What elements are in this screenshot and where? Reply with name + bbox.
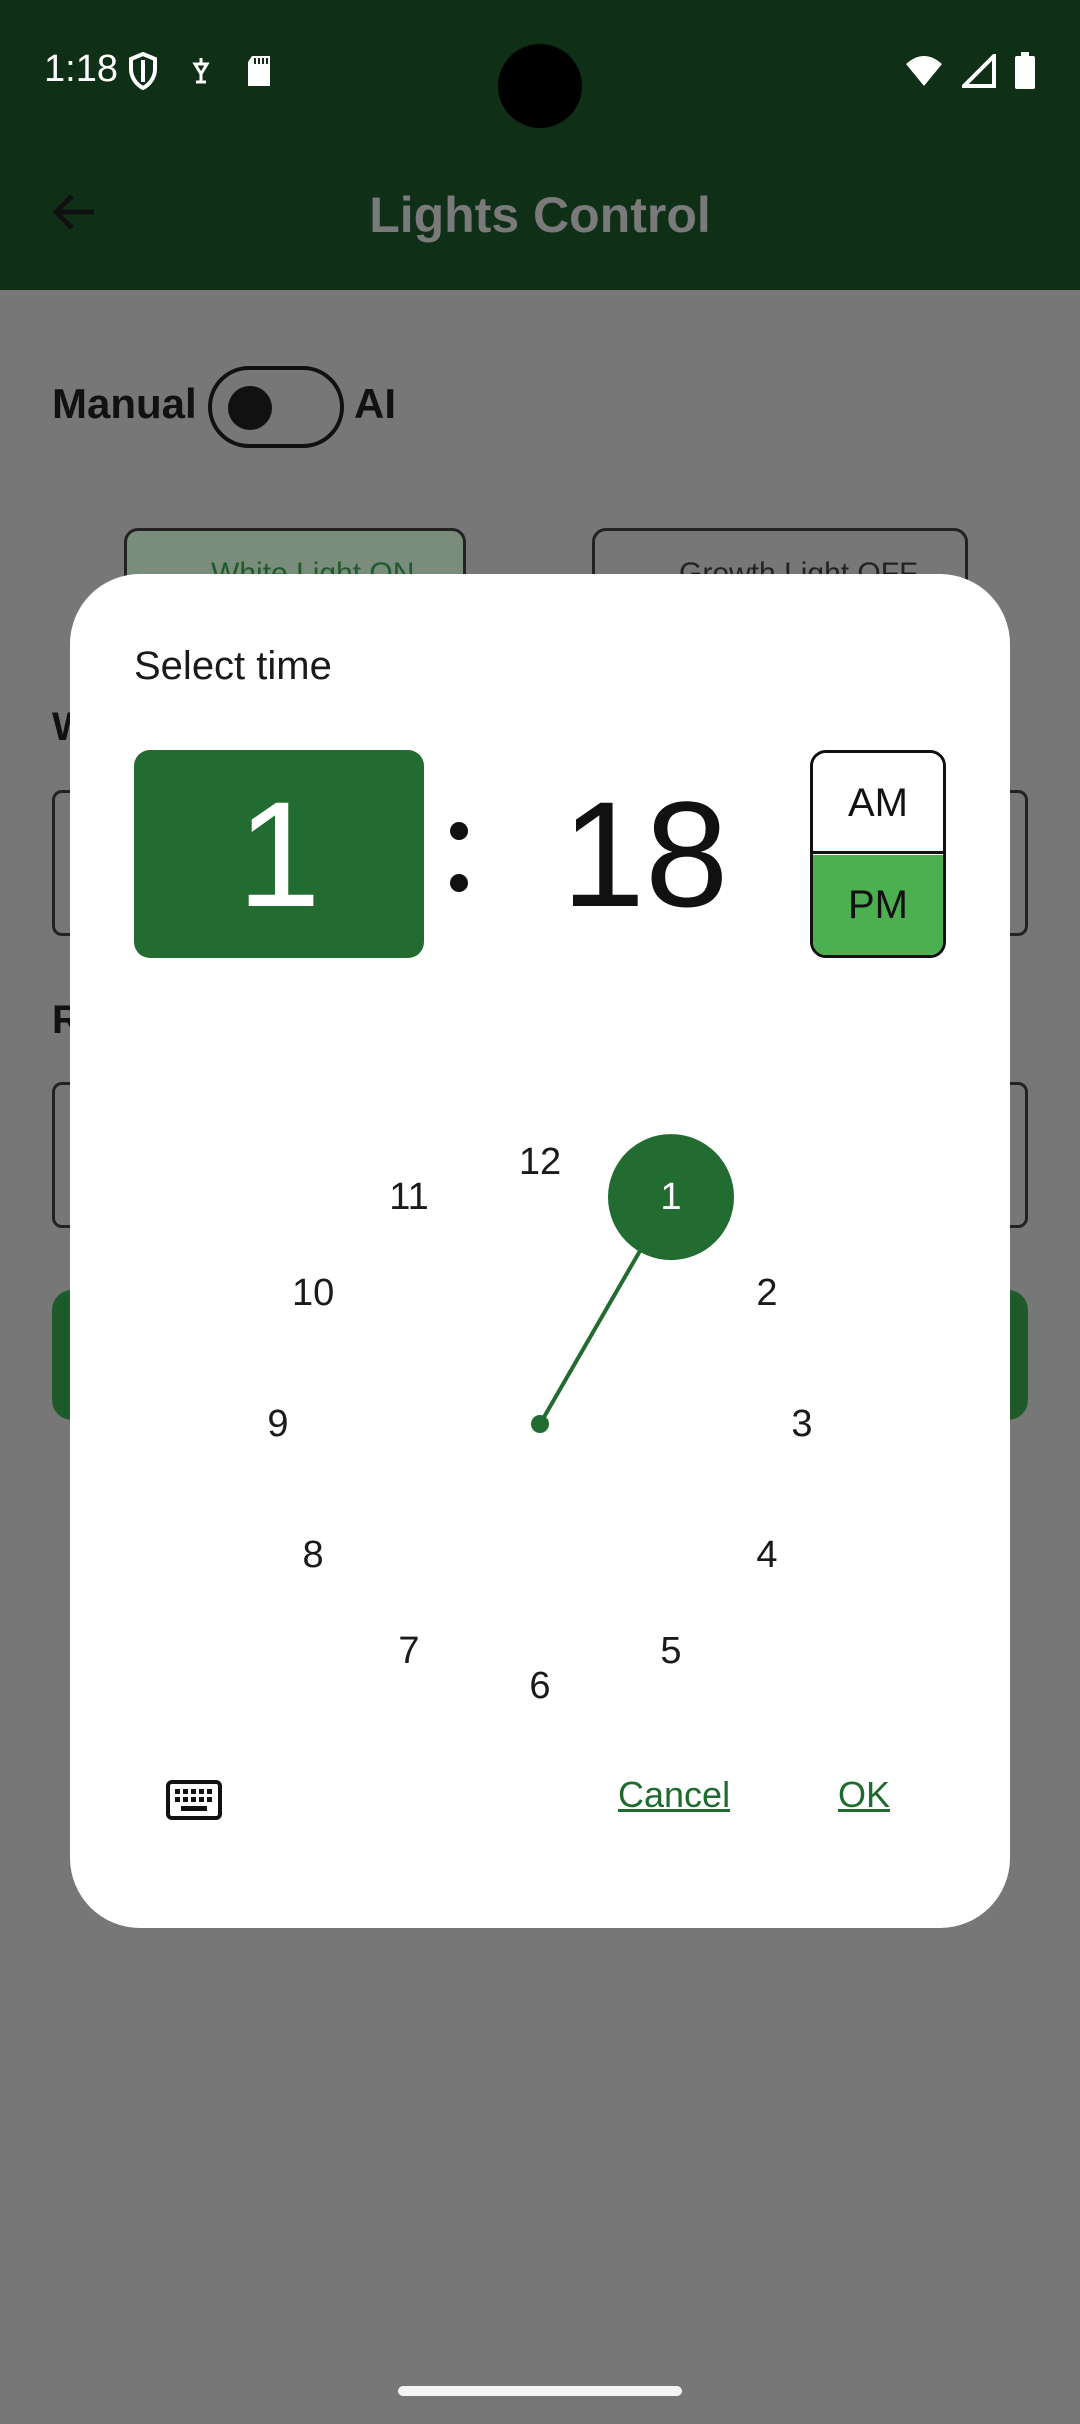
clock-number-8[interactable]: 8 bbox=[273, 1530, 353, 1580]
page-title: Lights Control bbox=[369, 187, 711, 243]
period-selector: AM PM bbox=[810, 750, 946, 958]
shield-icon bbox=[129, 52, 157, 90]
mode-ai-label: AI bbox=[354, 380, 396, 427]
wifi-icon bbox=[906, 56, 942, 86]
signal-icon bbox=[962, 54, 996, 88]
vpn-key-icon bbox=[192, 58, 210, 84]
clock-number-12[interactable]: 12 bbox=[500, 1137, 580, 1187]
clock-number-3[interactable]: 3 bbox=[762, 1399, 842, 1449]
mode-switch[interactable] bbox=[208, 366, 344, 448]
hour-selector[interactable]: 1 bbox=[134, 750, 424, 958]
ok-button[interactable]: OK bbox=[838, 1774, 890, 1816]
clock-number-6[interactable]: 6 bbox=[500, 1661, 580, 1711]
am-toggle[interactable]: AM bbox=[813, 753, 943, 854]
clock-hand bbox=[538, 1248, 643, 1425]
status-bar: 1:18 bbox=[0, 0, 1080, 140]
dialog-title: Select time bbox=[134, 644, 332, 688]
clock-number-10[interactable]: 10 bbox=[273, 1268, 353, 1318]
clock-number-9[interactable]: 9 bbox=[238, 1399, 318, 1449]
clock-number-7[interactable]: 7 bbox=[369, 1626, 449, 1676]
clock-dial[interactable]: 12 1 2 3 4 5 6 7 8 9 10 11 bbox=[170, 1054, 910, 1794]
app-bar: Lights Control bbox=[0, 140, 1080, 290]
minute-selector[interactable]: 18 bbox=[510, 750, 780, 958]
clock-number-2[interactable]: 2 bbox=[727, 1268, 807, 1318]
front-camera bbox=[498, 44, 582, 128]
clock-number-11[interactable]: 11 bbox=[369, 1172, 449, 1222]
keyboard-icon[interactable] bbox=[166, 1780, 222, 1820]
status-time: 1:18 bbox=[44, 48, 118, 90]
time-picker-dialog: Select time 1 18 AM PM 12 1 2 3 4 5 6 7 8 9 10 11 C… bbox=[70, 574, 1010, 1928]
clock-number-1[interactable]: 1 bbox=[631, 1172, 711, 1222]
home-indicator[interactable] bbox=[398, 2386, 682, 2396]
time-separator bbox=[440, 750, 480, 958]
battery-icon bbox=[1015, 52, 1035, 89]
cancel-button[interactable]: Cancel bbox=[618, 1774, 730, 1816]
sd-card-icon bbox=[248, 56, 270, 86]
clock-center-dot bbox=[531, 1415, 549, 1433]
mode-manual-label: Manual bbox=[52, 380, 197, 427]
clock-number-4[interactable]: 4 bbox=[727, 1530, 807, 1580]
pm-toggle[interactable]: PM bbox=[813, 855, 943, 955]
clock-number-5[interactable]: 5 bbox=[631, 1626, 711, 1676]
